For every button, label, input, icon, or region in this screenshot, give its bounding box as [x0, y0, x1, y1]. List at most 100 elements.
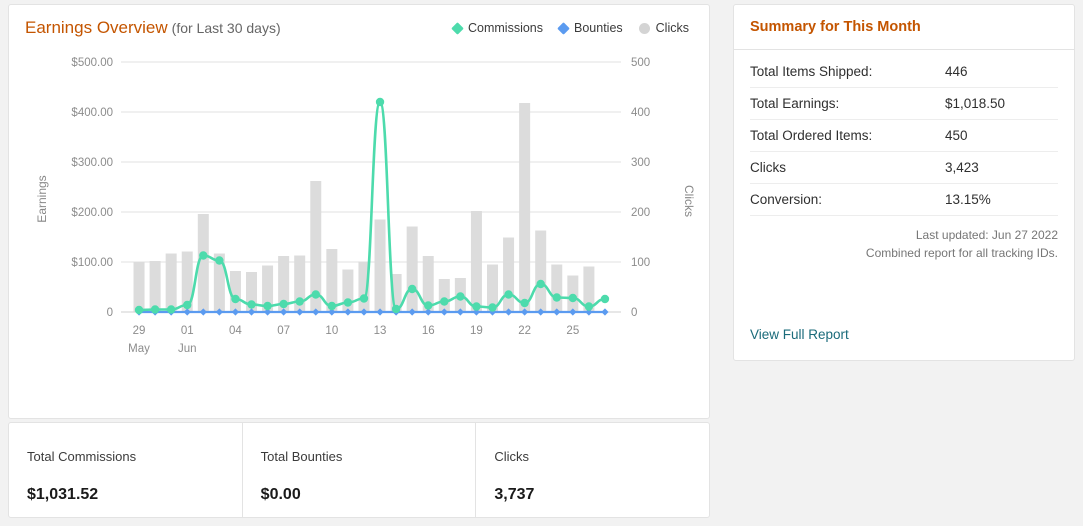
- x-axis-tick-day: 07: [277, 325, 290, 337]
- summary-title: Summary for This Month: [750, 19, 921, 35]
- commissions-point-marker: [359, 294, 369, 303]
- summary-row: Total Earnings: $1,018.50: [750, 88, 1058, 120]
- x-axis-tick-day: 19: [470, 325, 483, 337]
- summary-row-label: Clicks: [750, 160, 786, 175]
- page-title: Earnings Overview: [25, 18, 168, 37]
- summary-header: Summary for This Month: [734, 5, 1074, 50]
- legend-item-commissions[interactable]: Commissions: [451, 21, 543, 35]
- commissions-point-marker: [295, 297, 304, 306]
- stat-card: Total Bounties $0.00: [243, 423, 477, 517]
- legend-item-bounties[interactable]: Bounties: [557, 21, 623, 35]
- y-axis-tick-left: $500.00: [71, 57, 113, 69]
- commissions-point-marker: [600, 294, 610, 304]
- summary-meta: Last updated: Jun 27 2022 Combined repor…: [734, 216, 1074, 262]
- commissions-point-marker: [391, 304, 401, 314]
- summary-row-value: 13.15%: [945, 192, 991, 207]
- summary-row: Total Ordered Items: 450: [750, 120, 1058, 152]
- commissions-point-marker: [311, 290, 320, 299]
- summary-row-value: 450: [945, 128, 968, 143]
- legend-item-clicks[interactable]: Clicks: [638, 21, 689, 35]
- chart-header: Earnings Overview (for Last 30 days) Com…: [9, 5, 709, 51]
- y-axis-title-right: Clicks: [682, 185, 696, 217]
- bounties-diamond-icon: [557, 21, 570, 35]
- x-axis-tick-day: 25: [566, 325, 579, 337]
- chart-bar: [519, 103, 531, 312]
- stat-card-value: $1,031.52: [27, 486, 99, 503]
- summary-row-label: Total Ordered Items:: [750, 128, 873, 143]
- chart-bar: [374, 219, 386, 312]
- y-axis-tick-right: 200: [631, 207, 650, 219]
- summary-row-value: 3,423: [945, 160, 979, 175]
- y-axis-title-left: Earnings: [35, 175, 49, 222]
- commissions-point-marker: [247, 300, 256, 309]
- y-axis-tick-right: 400: [631, 107, 650, 119]
- summary-row-label: Total Items Shipped:: [750, 64, 873, 79]
- commissions-point-marker: [327, 301, 337, 311]
- earnings-dashboard: Earnings Overview (for Last 30 days) Com…: [0, 0, 1083, 526]
- totals-row: Total Commissions $1,031.52 Total Bounties…: [8, 422, 710, 518]
- summary-card: Summary for This Month Total Items Shipp…: [733, 4, 1075, 361]
- x-axis-tick-day: 29: [133, 325, 146, 337]
- commissions-diamond-icon: [451, 21, 464, 35]
- tracking-note-text: Combined report for all tracking IDs.: [865, 246, 1058, 260]
- stat-card-label: Total Bounties: [260, 449, 343, 464]
- summary-row-label: Conversion:: [750, 192, 823, 207]
- x-axis-tick-day: 01: [181, 325, 194, 337]
- legend-label-commissions: Commissions: [467, 21, 543, 35]
- commissions-point-marker: [536, 279, 545, 289]
- summary-row: Clicks 3,423: [750, 152, 1058, 184]
- earnings-chart-plot: 0 0 $100.00 100 $200.00 200 $300.00 300 $400.00 4…: [9, 49, 711, 364]
- chart-bar: [535, 230, 547, 312]
- legend-label-clicks: Clicks: [655, 21, 689, 35]
- commissions-point-marker: [456, 292, 465, 301]
- commissions-point-marker: [263, 301, 272, 311]
- chart-bar: [503, 237, 515, 312]
- commissions-point-marker: [584, 302, 594, 311]
- x-axis-tick-day: 10: [325, 325, 338, 337]
- chart-bar: [567, 275, 579, 312]
- stat-card: Clicks 3,737: [476, 423, 709, 517]
- x-axis-tick-month: Jun: [178, 343, 197, 355]
- y-axis-tick-right: 100: [631, 257, 650, 269]
- x-axis-tick-month: May: [128, 343, 150, 355]
- commissions-point-marker: [520, 298, 529, 308]
- summary-row-value: $1,018.50: [945, 96, 1006, 111]
- view-full-report-link[interactable]: View Full Report: [750, 327, 849, 342]
- commissions-line: [137, 100, 607, 312]
- chart-bar: [165, 253, 177, 312]
- summary-row-value: 446: [945, 64, 968, 79]
- commissions-point-marker: [343, 298, 353, 307]
- chart-bar: [133, 262, 145, 312]
- y-axis-tick-right: 0: [631, 307, 637, 319]
- commissions-point-marker: [183, 300, 192, 310]
- commissions-point-marker: [215, 256, 224, 265]
- y-axis-tick-right: 300: [631, 157, 650, 169]
- clicks-circle-icon: [638, 22, 650, 34]
- summary-row: Conversion: 13.15%: [750, 184, 1058, 216]
- stat-card-value: $0.00: [260, 486, 301, 503]
- commissions-point-marker: [231, 294, 240, 304]
- commissions-point-marker: [375, 97, 385, 107]
- y-axis-tick-left: $100.00: [71, 257, 113, 269]
- stat-card-label: Clicks: [494, 449, 530, 464]
- y-axis-tick-left: 0: [107, 307, 113, 319]
- earnings-overview-card: Earnings Overview (for Last 30 days) Com…: [8, 4, 710, 419]
- commissions-point-marker: [134, 305, 144, 315]
- commissions-point-marker: [472, 302, 481, 311]
- stat-card-label: Total Commissions: [27, 449, 137, 464]
- commissions-point-marker: [166, 305, 176, 314]
- commissions-point-marker: [279, 299, 288, 309]
- stat-card-value: 3,737: [494, 486, 535, 503]
- last-updated-text: Last updated: Jun 27 2022: [915, 228, 1058, 242]
- commissions-point-marker: [568, 293, 578, 303]
- summary-row: Total Items Shipped: 446: [750, 56, 1058, 88]
- chart-svg: 0 0 $100.00 100 $200.00 200 $300.00 300 $400.00 4…: [35, 57, 696, 355]
- commissions-point-marker: [440, 297, 449, 306]
- chart-legend: Commissions Bounties Clicks: [451, 21, 695, 35]
- commissions-point-marker: [424, 301, 433, 310]
- chart-bar: [551, 264, 563, 312]
- chart-bar: [406, 226, 418, 312]
- page-title-subtitle: (for Last 30 days): [171, 20, 281, 36]
- x-axis-tick-day: 16: [422, 325, 435, 337]
- y-axis-tick-right: 500: [631, 57, 650, 69]
